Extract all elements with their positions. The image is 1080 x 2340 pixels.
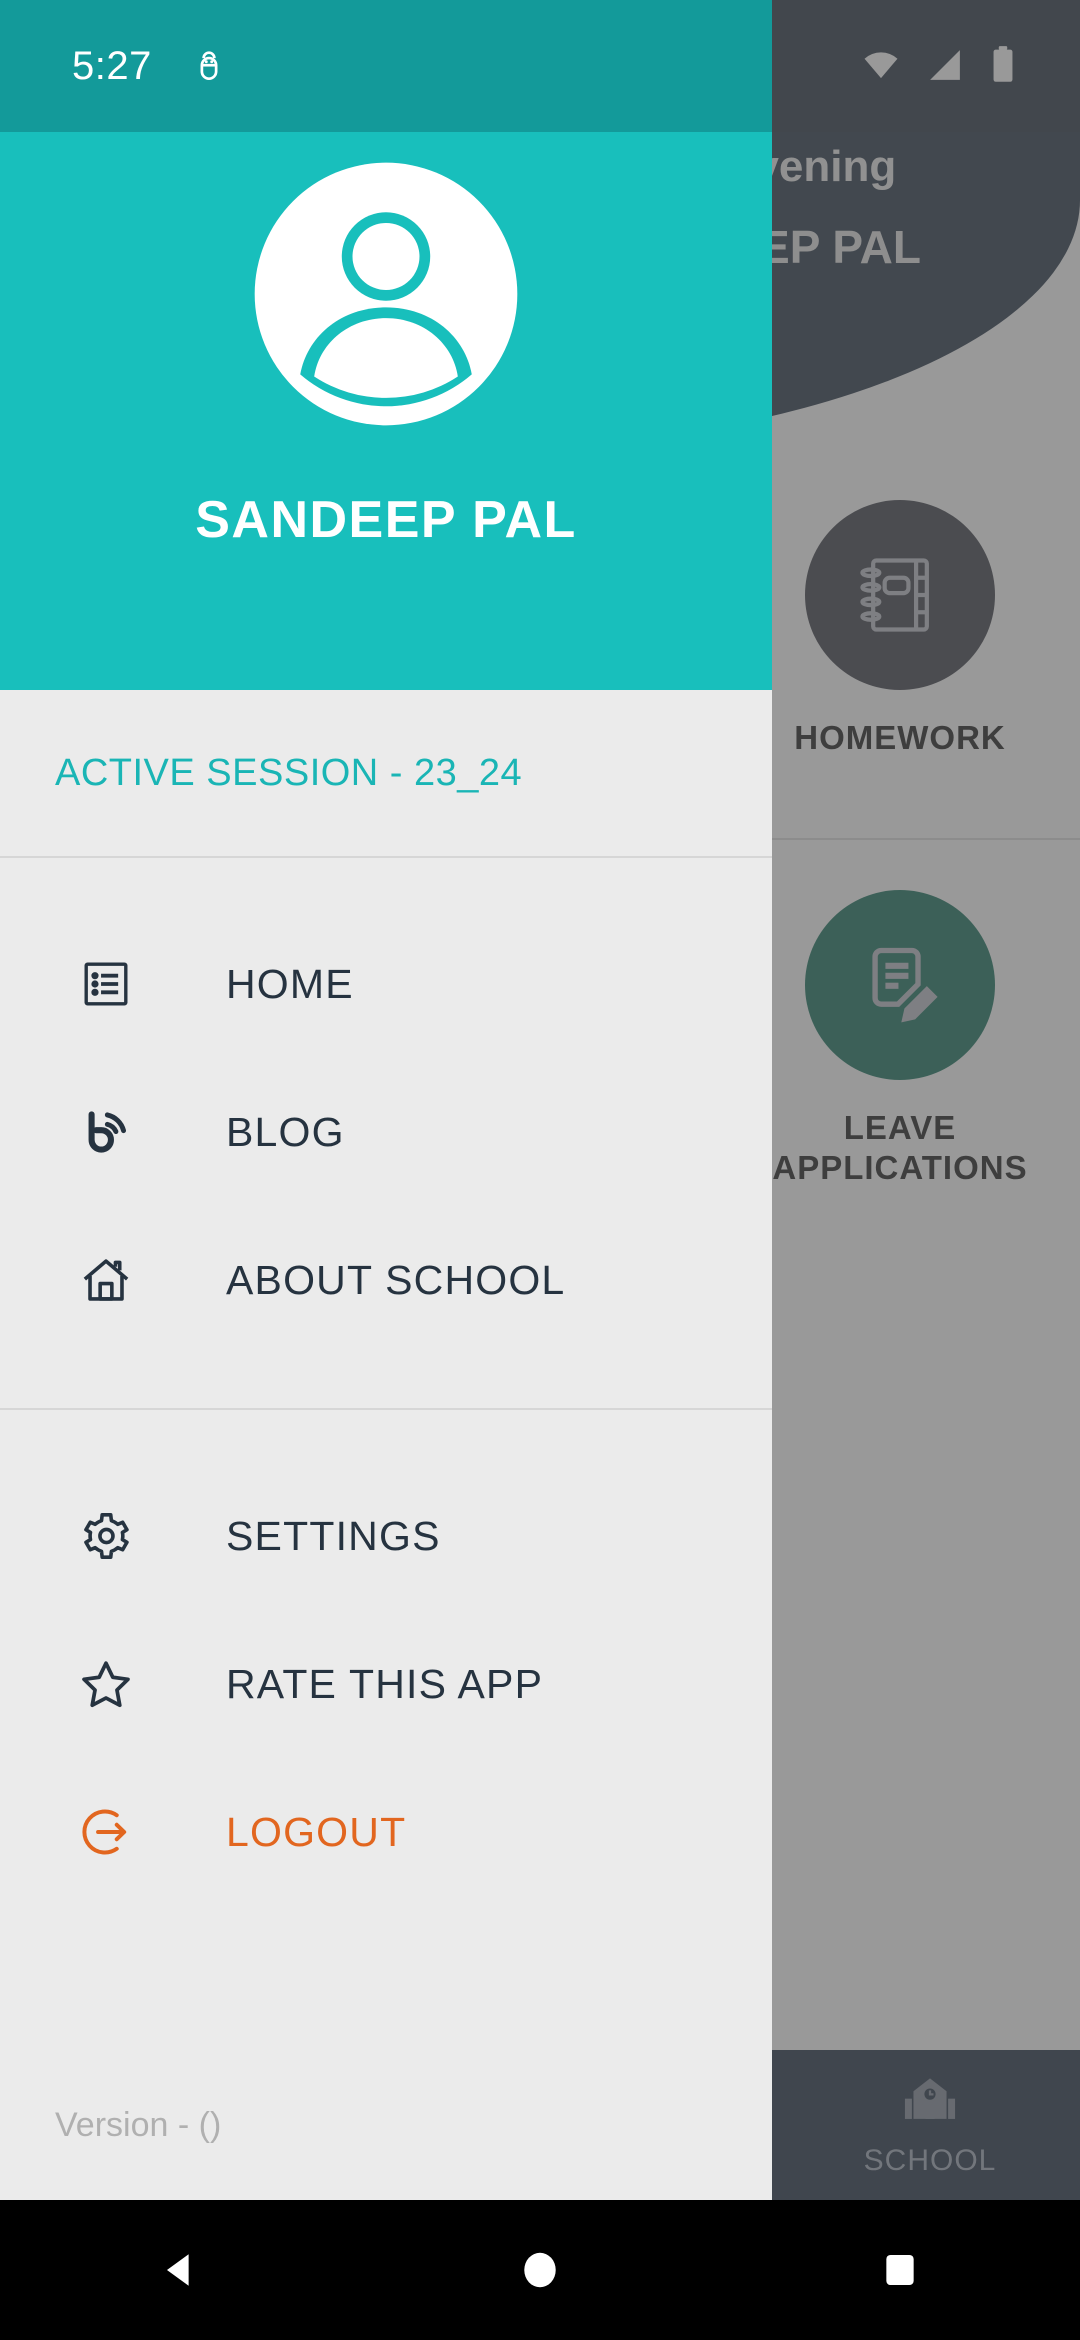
version-label: Version - () — [55, 2105, 222, 2144]
sidebar-label-about-school: ABOUT SCHOOL — [226, 1256, 566, 1303]
blogger-rss-icon — [78, 1104, 134, 1160]
android-recents-button[interactable] — [840, 2200, 960, 2340]
sidebar-label-home: HOME — [226, 960, 354, 1007]
recents-square-icon — [886, 2254, 914, 2286]
user-avatar-icon — [254, 162, 518, 426]
sidebar-label-blog: BLOG — [226, 1108, 345, 1155]
sidebar-item-logout[interactable]: LOGOUT — [0, 1758, 772, 1906]
version-row: Version - () — [0, 2050, 772, 2200]
house-icon — [78, 1252, 134, 1308]
sidebar-item-rate-this-app[interactable]: RATE THIS APP — [0, 1610, 772, 1758]
drawer-primary-menu: HOME BLOG ABOUT SCHOOL — [0, 858, 772, 1354]
drawer-spacer — [0, 1906, 772, 2050]
sidebar-label-logout: LOGOUT — [226, 1808, 407, 1855]
drawer-secondary-menu: SETTINGS RATE THIS APP LOGOUT — [0, 1410, 772, 1906]
sidebar-label-settings: SETTINGS — [226, 1512, 441, 1559]
sidebar-item-settings[interactable]: SETTINGS — [0, 1462, 772, 1610]
back-triangle-icon — [166, 2254, 189, 2286]
phone-screen: Good Evening SANDEEP PAL — [0, 0, 1080, 2340]
active-session-row[interactable]: ACTIVE SESSION - 23_24 — [0, 690, 772, 856]
navigation-drawer: 5:27 SANDEEP PAL ACTIVE SESSION - 23_24 — [0, 0, 772, 2200]
sidebar-item-about-school[interactable]: ABOUT SCHOOL — [0, 1206, 772, 1354]
home-circle-icon — [524, 2252, 556, 2288]
sidebar-item-blog[interactable]: BLOG — [0, 1058, 772, 1206]
bug-icon — [200, 51, 218, 81]
gear-icon — [78, 1508, 134, 1564]
active-session-label: ACTIVE SESSION - 23_24 — [55, 751, 523, 794]
android-back-button[interactable] — [120, 2200, 240, 2340]
sidebar-label-rate-this-app: RATE THIS APP — [226, 1660, 544, 1707]
logout-arrow-icon — [78, 1804, 134, 1860]
sidebar-item-home[interactable]: HOME — [0, 910, 772, 1058]
android-navigation-bar — [0, 2200, 1080, 2340]
drawer-header: SANDEEP PAL — [0, 132, 772, 690]
drawer-status-bar: 5:27 — [0, 0, 772, 132]
status-time: 5:27 — [72, 43, 152, 88]
list-feed-icon — [78, 956, 134, 1012]
drawer-user-name: SANDEEP PAL — [195, 491, 577, 549]
star-outline-icon — [78, 1656, 134, 1712]
android-home-button[interactable] — [480, 2200, 600, 2340]
